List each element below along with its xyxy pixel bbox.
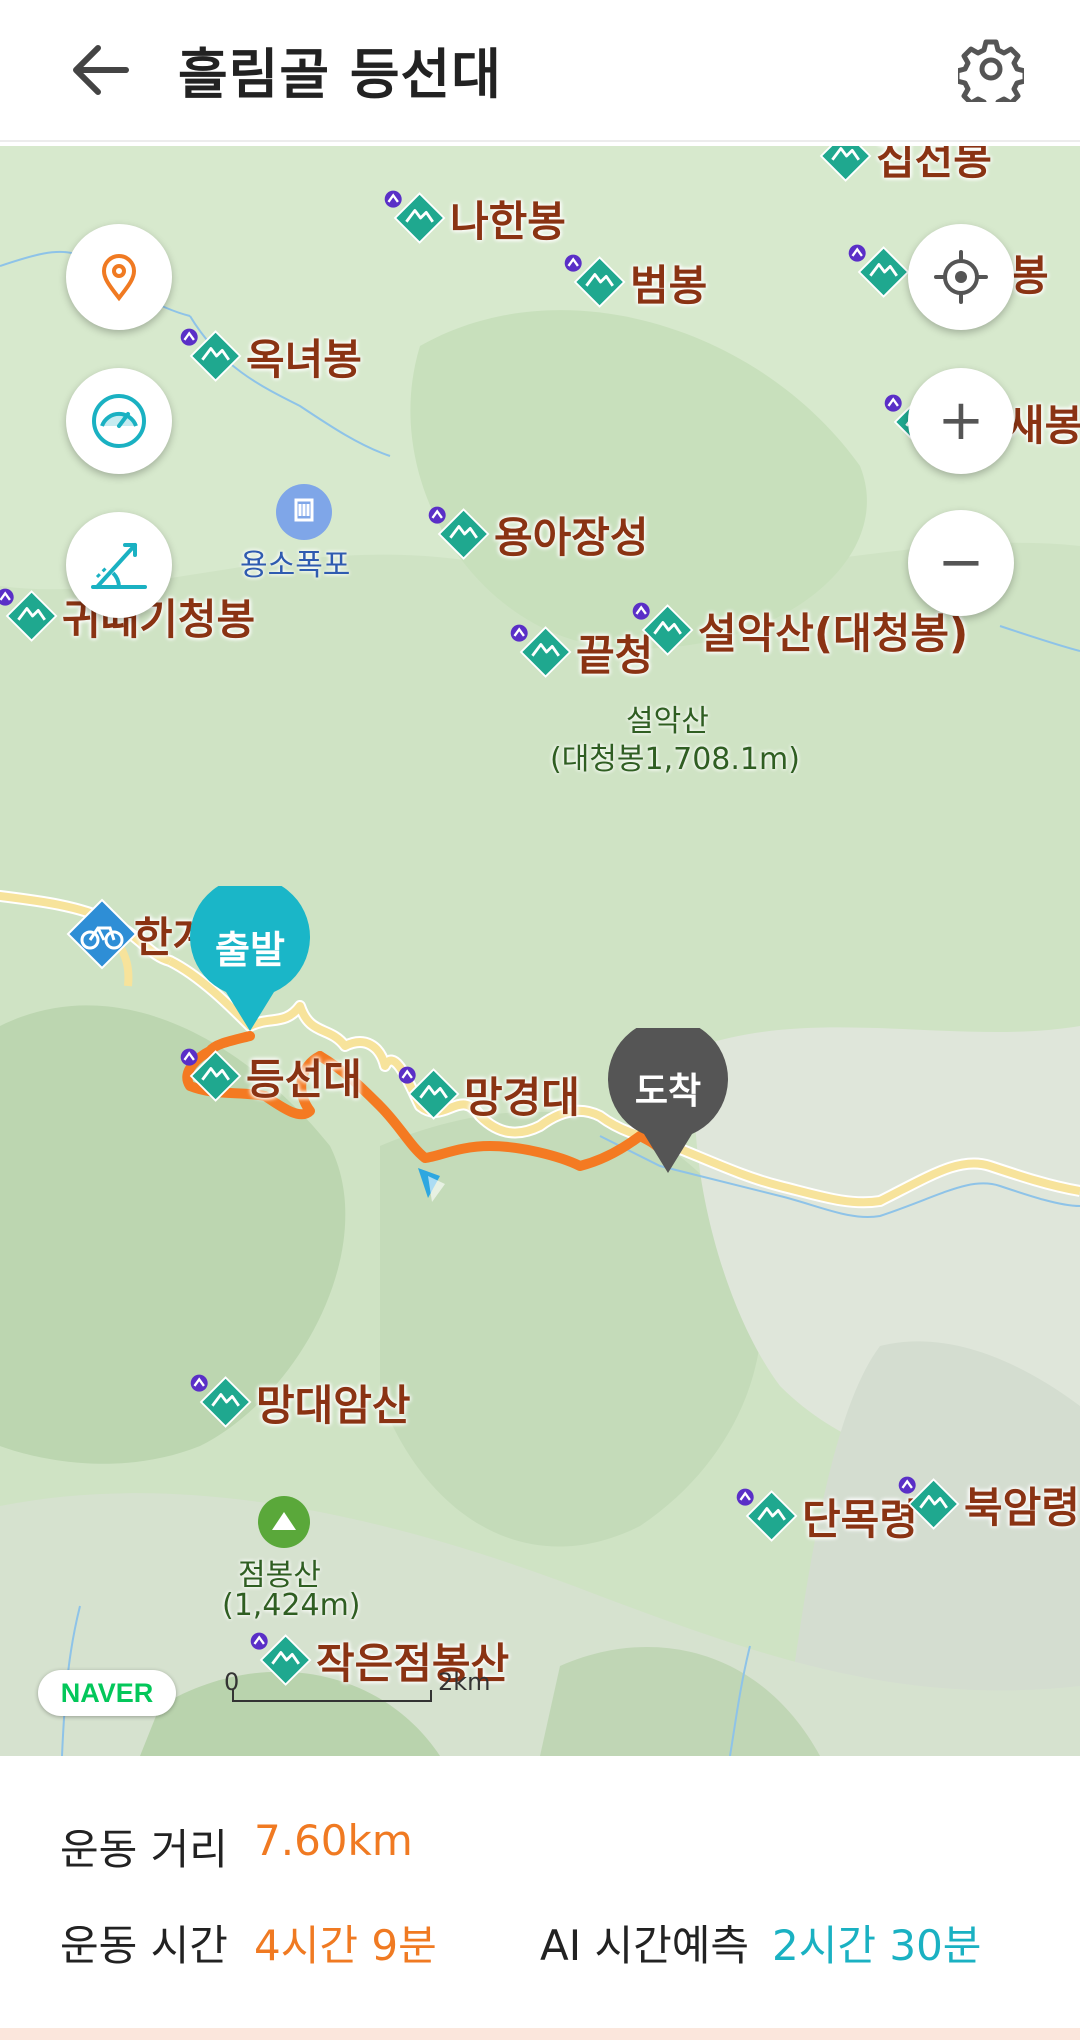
plus-icon: + <box>937 388 985 453</box>
peak-label: 설악산(대청봉) <box>698 608 969 658</box>
end-label: 도착 <box>634 1071 702 1112</box>
zoom-in-button[interactable]: + <box>908 368 1014 474</box>
scale-max: 2km <box>438 1668 491 1696</box>
distance-value: 7.60km <box>254 1816 413 1865</box>
location-pin-button[interactable] <box>66 224 172 330</box>
peak-marker[interactable]: 단목령 <box>732 1486 918 1546</box>
mountain-peak-icon <box>397 1065 460 1120</box>
mountain-peak-icon <box>631 601 694 656</box>
ai-time-label: AI 시간예측 <box>540 1921 750 1970</box>
mountain-peak-icon <box>189 1373 252 1428</box>
location-pin-icon <box>101 254 137 302</box>
time-value: 4시간 9분 <box>254 1921 437 1970</box>
mountain-peak-icon <box>809 146 872 182</box>
peak-label: 옥녀봉 <box>246 334 362 384</box>
peak-label: 봉 <box>1010 250 1049 300</box>
peak-marker[interactable]: 등선대 <box>176 1046 362 1106</box>
peak-label: 나한봉 <box>450 196 566 246</box>
gps-locate-icon <box>934 250 988 304</box>
peak-marker[interactable]: 나한봉 <box>380 188 566 248</box>
back-arrow-icon[interactable] <box>68 38 132 102</box>
speed-button[interactable] <box>66 368 172 474</box>
mountain-peak-icon <box>897 1475 960 1530</box>
waterfall-label: 용소폭포 <box>240 548 351 583</box>
page-title: 흘림골 등선대 <box>178 43 502 106</box>
bicycle-icon[interactable] <box>66 898 138 974</box>
time-label: 운동 시간 <box>60 1921 228 1970</box>
peak-marker[interactable]: 범봉 <box>560 252 707 312</box>
mountain-peak-icon <box>179 1047 242 1102</box>
speedometer-icon <box>92 394 146 448</box>
peak-marker[interactable]: 집선봉 <box>806 146 992 186</box>
mountain-peak-icon <box>179 327 242 382</box>
peak-label: 범봉 <box>630 260 708 310</box>
peak-marker[interactable]: 용아장성 <box>424 504 649 564</box>
mountain-peak-icon <box>735 1487 798 1542</box>
bottom-edge <box>0 2028 1080 2040</box>
peak-label: 망대암산 <box>256 1380 411 1430</box>
mountain-peak-icon <box>847 243 910 298</box>
peak-marker[interactable]: 설악산(대청봉) <box>628 600 968 660</box>
scale-bar: 0 2km <box>222 1668 491 1708</box>
peak-label: 집선봉 <box>876 146 992 184</box>
mountain-peak-icon <box>563 253 626 308</box>
mountain-peak-icon <box>427 505 490 560</box>
summit-icon[interactable] <box>258 1496 310 1548</box>
peak-marker[interactable]: 옥녀봉 <box>176 326 362 386</box>
peak-label: 등선대 <box>246 1054 362 1104</box>
naver-logo: NAVER <box>38 1670 176 1716</box>
settings-gear-icon[interactable] <box>954 36 1028 113</box>
start-label: 출발 <box>215 927 285 972</box>
app-bar: 흘림골 등선대 <box>0 0 1080 140</box>
mountain-peak-icon <box>509 623 572 678</box>
map-view[interactable]: 집선봉 나한봉 범봉 봉 옥녀봉 새봉 용아장성 귀때기청봉 끝청 설악산(대청… <box>0 146 1080 1756</box>
zoom-out-button[interactable]: − <box>908 510 1014 616</box>
waterfall-icon[interactable] <box>276 484 332 540</box>
peak-marker[interactable]: 망대암산 <box>186 1372 411 1432</box>
minus-icon: − <box>937 530 985 595</box>
gps-locate-button[interactable] <box>908 224 1014 330</box>
mountain-elevation: (1,424m) <box>222 1588 361 1623</box>
mountain-elevation: (대청봉1,708.1m) <box>550 742 800 777</box>
distance-label: 운동 거리 <box>60 1825 228 1874</box>
elevation-slope-icon <box>91 543 147 589</box>
ai-time-value: 2시간 30분 <box>772 1921 982 1970</box>
workout-stats-panel: 운동 거리 7.60km 운동 시간 4시간 9분 AI 시간예측 2시간 30… <box>0 1756 1080 2040</box>
mountain-peak-icon <box>0 587 58 642</box>
mountain-peak-icon <box>383 189 446 244</box>
peak-label: 북암령 <box>964 1482 1080 1532</box>
time-row: 운동 시간 <box>60 1912 228 1973</box>
peak-marker[interactable]: 북암령 <box>894 1474 1080 1534</box>
peak-marker[interactable]: 망경대 <box>394 1064 580 1124</box>
peak-label: 새봉 <box>1006 400 1080 450</box>
peak-label: 망경대 <box>464 1072 580 1122</box>
elevation-button[interactable] <box>66 512 172 618</box>
distance-row: 운동 거리 <box>60 1816 228 1877</box>
peak-label: 용아장성 <box>494 512 649 562</box>
